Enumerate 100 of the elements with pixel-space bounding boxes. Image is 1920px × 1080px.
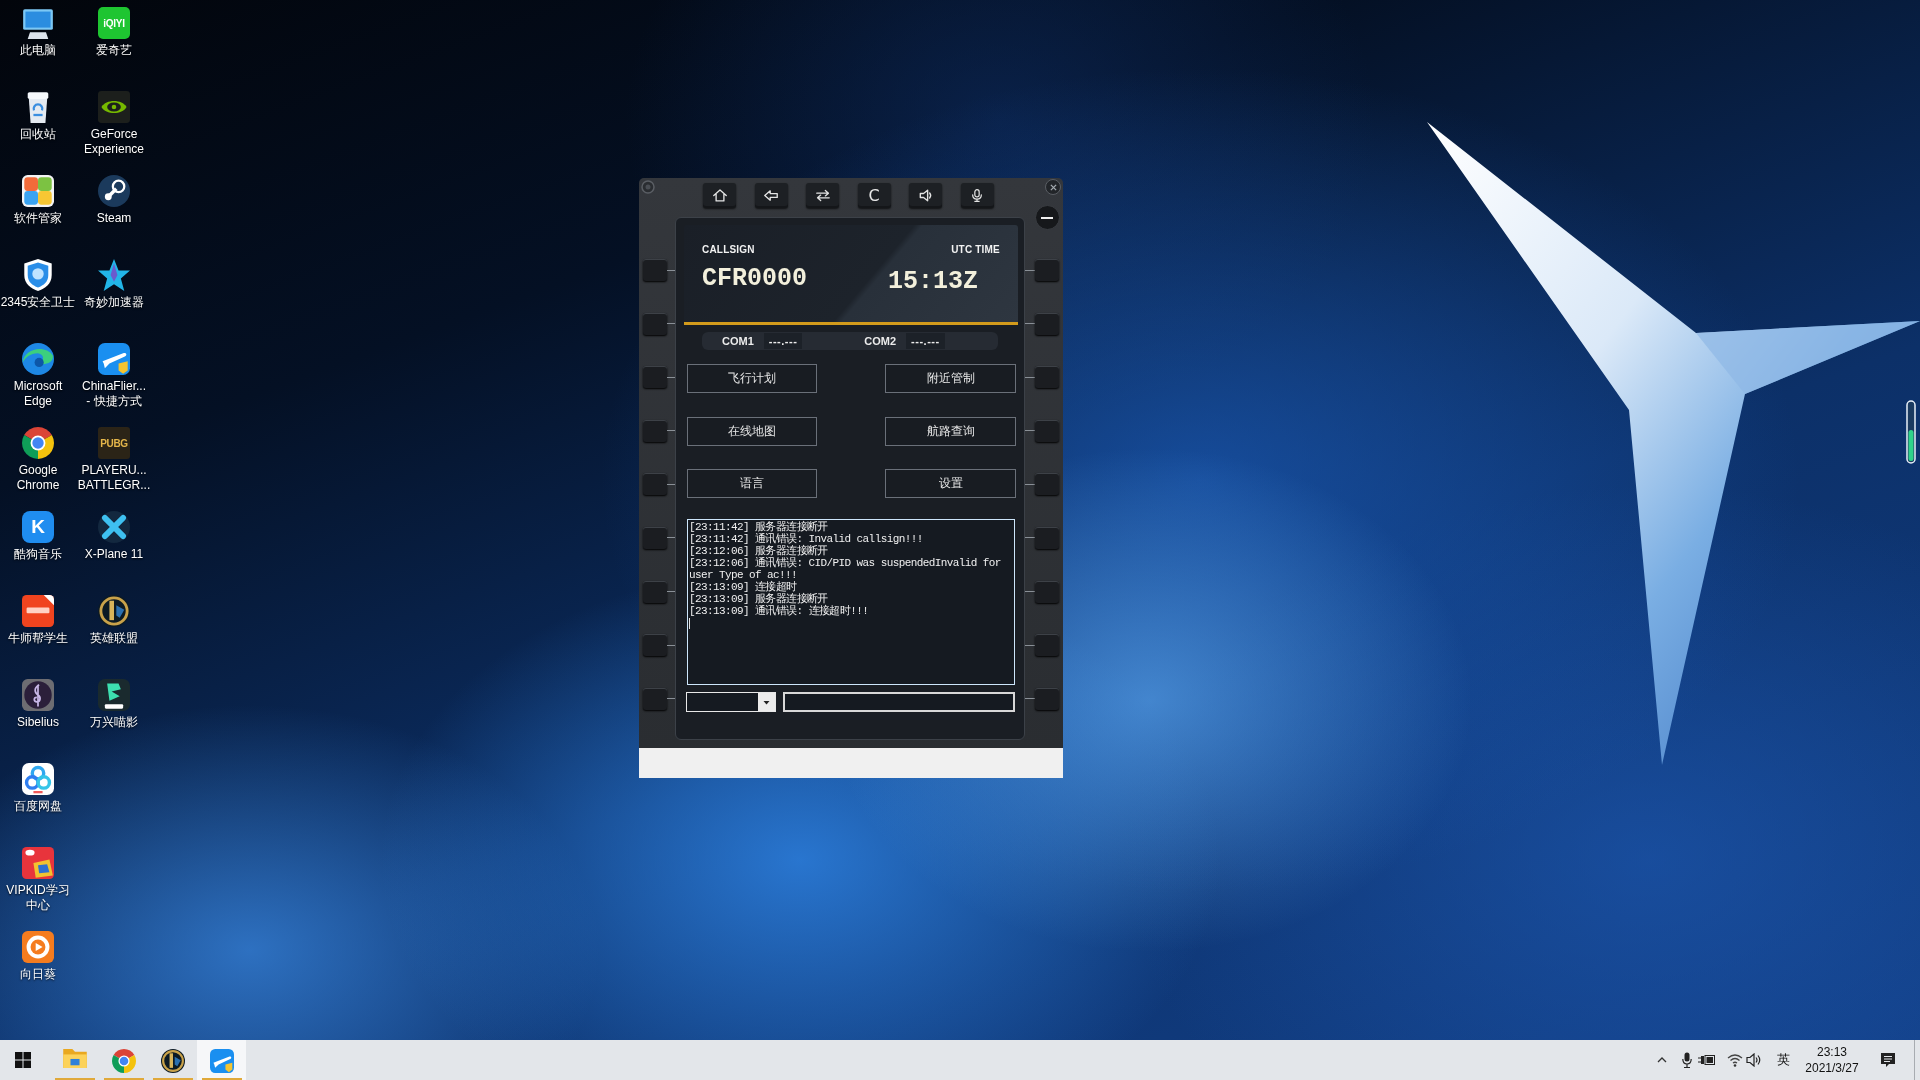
toolbar-button[interactable] xyxy=(806,183,839,208)
minimize-button[interactable] xyxy=(1034,205,1060,230)
linked-circles-icon xyxy=(98,175,130,207)
message-input[interactable] xyxy=(783,692,1015,712)
menu-button[interactable]: 语言 xyxy=(687,469,817,498)
eye-swirl-icon xyxy=(98,91,130,123)
shield-icon xyxy=(22,259,54,291)
side-gauge-icon[interactable] xyxy=(1906,400,1916,464)
channel-dropdown[interactable] xyxy=(686,692,776,712)
rings-icon xyxy=(22,763,54,795)
star-icon xyxy=(98,259,130,291)
radio-label: COM1 xyxy=(722,334,754,348)
desktop-shortcut[interactable]: Steam xyxy=(76,168,152,252)
microphone-icon xyxy=(970,189,984,202)
toolbar-button[interactable] xyxy=(703,183,736,208)
desktop-shortcut[interactable]: 回收站 xyxy=(0,84,76,168)
color-wheel-icon xyxy=(111,1049,136,1073)
side-key[interactable] xyxy=(1035,687,1059,710)
side-key[interactable] xyxy=(1035,312,1059,335)
ring-emblem-icon xyxy=(160,1049,185,1073)
desktop-shortcut[interactable]: 向日葵 xyxy=(0,924,76,1008)
log-line: [23:11:42] 服务器连接断开 xyxy=(689,521,829,533)
log-line: [23:13:09] 通讯错误: 连接超时!!! xyxy=(689,605,870,617)
desktop-shortcut[interactable]: 软件管家 xyxy=(0,168,76,252)
crossed-blades-icon xyxy=(98,511,130,543)
frequency-readout: ---.--- xyxy=(906,333,945,349)
side-key[interactable] xyxy=(1035,580,1059,603)
side-key[interactable] xyxy=(643,687,667,710)
four-squares-icon xyxy=(22,175,54,207)
desktop-shortcut[interactable]: 奇妙加速器 xyxy=(76,252,152,336)
side-key[interactable] xyxy=(1035,259,1059,281)
clef-disc-icon xyxy=(22,679,54,711)
plane-tile-icon xyxy=(98,343,130,375)
desktop-shortcut[interactable]: 此电脑 xyxy=(0,0,76,84)
desktop-shortcut[interactable]: Sibelius xyxy=(0,672,76,756)
desktop-shortcut[interactable]: PUBG PLAYERU... BATTLEGR... xyxy=(76,420,152,504)
app-logo: K xyxy=(22,511,54,543)
side-key[interactable] xyxy=(643,312,667,335)
desktop-shortcut[interactable]: 百度网盘 xyxy=(0,756,76,840)
desktop-shortcut[interactable]: Google Chrome xyxy=(0,420,76,504)
menu-button[interactable]: 在线地图 xyxy=(687,416,817,446)
side-key[interactable] xyxy=(643,473,667,496)
side-key[interactable] xyxy=(1035,366,1059,389)
toolbar-button[interactable] xyxy=(960,183,994,208)
menu-button[interactable]: 设置 xyxy=(885,469,1016,498)
side-key[interactable] xyxy=(643,259,667,281)
log-line: [23:12:06] 服务器连接断开 xyxy=(689,545,829,557)
desktop-shortcut[interactable]: 牛师帮学生 xyxy=(0,588,76,672)
desktop-shortcut[interactable]: Microsoft Edge xyxy=(0,336,76,420)
text-cursor xyxy=(689,617,690,629)
menu-button[interactable]: 附近管制 xyxy=(885,364,1016,393)
clock-time[interactable]: 23:13 xyxy=(1817,1044,1847,1060)
toolbar-button[interactable] xyxy=(754,183,788,208)
swirl-icon xyxy=(22,343,54,375)
desktop-shortcut[interactable]: K 酷狗音乐 xyxy=(0,504,76,588)
side-key[interactable] xyxy=(1035,526,1059,549)
input-method-indicator[interactable]: 英 xyxy=(1777,1052,1790,1068)
side-key[interactable] xyxy=(643,366,667,389)
desktop-shortcut[interactable]: iQIYI 爱奇艺 xyxy=(76,0,152,84)
side-key[interactable] xyxy=(1035,419,1059,442)
battery-plug-icon[interactable] xyxy=(1698,1054,1715,1066)
log-line: [23:13:09] 连接超时 xyxy=(689,581,798,593)
app-logo: iQIYI xyxy=(98,7,130,39)
desktop-shortcut[interactable]: VIPKID学习中心 xyxy=(0,840,76,924)
desktop-shortcut[interactable]: X-Plane 11 xyxy=(76,504,152,588)
callsign-readout: CFR0000 xyxy=(702,265,808,293)
close-button[interactable] xyxy=(1045,179,1061,195)
side-key[interactable] xyxy=(643,419,667,442)
menu-button[interactable]: 飞行计划 xyxy=(687,364,817,393)
screw-icon xyxy=(641,180,655,194)
toolbar-button[interactable]: C xyxy=(857,183,891,208)
desktop-shortcut[interactable]: 英雄联盟 xyxy=(76,588,152,672)
side-key[interactable] xyxy=(1035,473,1059,496)
speaker-icon[interactable] xyxy=(1746,1053,1762,1067)
frequency-readout: ---.--- xyxy=(763,333,803,349)
close-icon xyxy=(1049,183,1057,191)
wifi-icon[interactable] xyxy=(1727,1053,1743,1067)
microphone-icon[interactable] xyxy=(1682,1052,1692,1068)
log-line: [23:11:42] 通讯错误: Invalid callsign!!! xyxy=(689,533,924,545)
sunflower-icon xyxy=(22,931,54,963)
notification-icon[interactable] xyxy=(1880,1052,1896,1068)
side-key[interactable] xyxy=(643,526,667,549)
folder-icon xyxy=(62,1049,87,1068)
side-key[interactable] xyxy=(643,634,667,657)
desktop-shortcut[interactable]: 万兴喵影 xyxy=(76,672,152,756)
chevron-up-icon[interactable] xyxy=(1657,1057,1667,1063)
desktop-shortcut[interactable]: 2345安全卫士 xyxy=(0,252,76,336)
menu-button[interactable]: 航路查询 xyxy=(885,416,1016,446)
utc-time-label: UTC TIME xyxy=(951,244,1000,256)
clock-date[interactable]: 2021/3/27 xyxy=(1805,1060,1859,1076)
desktop-shortcut[interactable]: ChinaFlier... - 快捷方式 xyxy=(76,336,152,420)
desktop-shortcut[interactable]: GeForce Experience xyxy=(76,84,152,168)
minus-icon xyxy=(1041,216,1053,219)
side-key[interactable] xyxy=(1035,634,1059,657)
leaf-icon xyxy=(98,679,130,711)
toolbar-button[interactable] xyxy=(909,183,942,208)
cartoon-tile-icon xyxy=(22,847,54,879)
side-key[interactable] xyxy=(643,580,667,603)
arrow-left-icon xyxy=(764,189,778,202)
folded-tile-icon xyxy=(22,595,54,627)
